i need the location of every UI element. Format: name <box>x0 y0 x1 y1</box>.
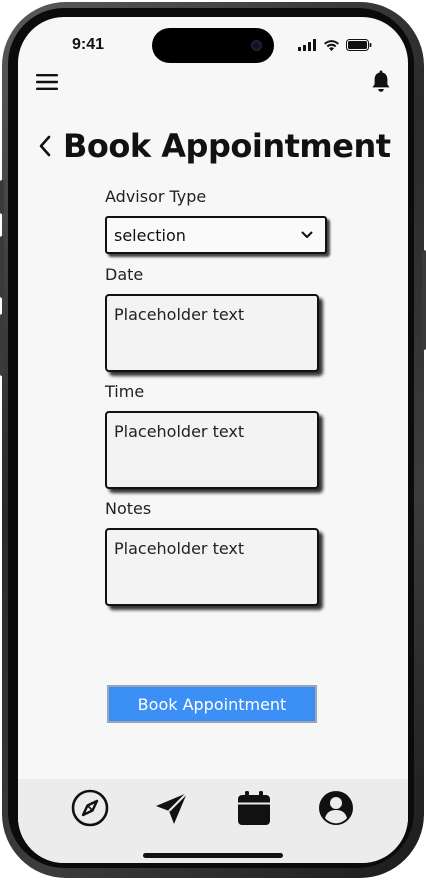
time-label: Time <box>105 382 145 401</box>
date-field[interactable]: Placeholder text <box>105 294 319 372</box>
chevron-left-icon[interactable] <box>38 134 52 158</box>
notes-label: Notes <box>105 499 152 518</box>
cellular-signal-icon <box>298 39 316 51</box>
book-appointment-button[interactable]: Book Appointment <box>107 685 317 723</box>
silent-switch <box>0 180 4 214</box>
advisor-type-label: Advisor Type <box>105 187 207 206</box>
dynamic-island <box>152 28 274 63</box>
calendar-icon[interactable] <box>235 789 273 827</box>
home-indicator[interactable] <box>143 853 283 858</box>
date-label: Date <box>105 265 144 284</box>
time-field[interactable]: Placeholder text <box>105 411 319 489</box>
notes-field[interactable]: Placeholder text <box>105 528 319 606</box>
status-time: 9:41 <box>72 36 105 53</box>
status-icons <box>298 39 372 51</box>
date-placeholder: Placeholder text <box>114 305 245 324</box>
compass-icon[interactable] <box>71 789 109 827</box>
volume-up-button <box>0 236 4 298</box>
screen: 9:41 Book Appointment Advisor Type selec… <box>18 17 408 863</box>
advisor-type-select[interactable]: selection <box>105 216 327 254</box>
battery-icon <box>346 39 372 51</box>
profile-icon[interactable] <box>317 789 355 827</box>
send-icon[interactable] <box>153 789 191 827</box>
bell-icon[interactable] <box>370 69 392 93</box>
time-placeholder: Placeholder text <box>114 422 245 441</box>
page-title: Book Appointment <box>63 127 391 165</box>
power-button <box>422 250 426 350</box>
wifi-icon <box>324 40 339 51</box>
camera-icon <box>251 40 262 51</box>
hamburger-menu-icon[interactable] <box>36 73 60 91</box>
notes-placeholder: Placeholder text <box>114 539 245 558</box>
chevron-down-icon <box>301 231 313 238</box>
advisor-type-selected-value: selection <box>114 225 186 245</box>
volume-down-button <box>0 314 4 376</box>
